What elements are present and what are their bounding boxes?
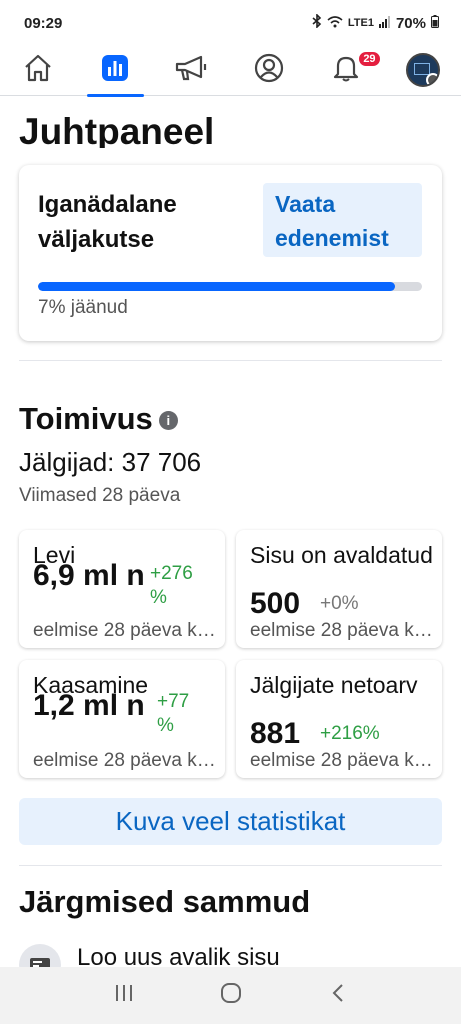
recent-apps-icon (114, 984, 134, 1007)
status-bar: 09:29 LTE1 70% (0, 0, 461, 44)
stat-label: Jälgijate netoarv (250, 672, 418, 698)
tab-dashboard[interactable] (77, 44, 154, 97)
view-progress-button[interactable]: Vaata edenemist (263, 183, 422, 257)
divider (19, 360, 442, 361)
weekly-challenge-card: Iganädalane väljakutse Vaata edenemist 7… (19, 165, 442, 341)
status-time: 09:29 (24, 15, 63, 32)
bluetooth-icon (312, 13, 322, 32)
bell-icon (332, 53, 360, 88)
avatar (405, 53, 440, 87)
performance-title: Toimivus i (19, 401, 178, 437)
stat-compare: eelmise 28 päeva kohta (33, 620, 219, 642)
tab-notifications[interactable]: 29 (307, 44, 384, 96)
stat-change: +77 % (157, 691, 190, 736)
performance-title-text: Toimivus (19, 401, 153, 436)
tab-menu[interactable] (384, 44, 461, 96)
stat-change: +216% (320, 723, 380, 744)
top-navigation: 29 (0, 44, 461, 97)
challenge-progress-bar (38, 282, 422, 291)
stat-value: 500 (250, 587, 301, 620)
status-icons: LTE1 70% (312, 13, 439, 32)
home-circle-icon (220, 982, 242, 1009)
next-steps-title: Järgmised sammud (19, 884, 311, 919)
megaphone-icon (174, 54, 210, 87)
network-type: LTE1 (347, 17, 374, 29)
page-title: Juhtpaneel (19, 111, 215, 148)
challenge-remaining: 7% jäänud (38, 297, 128, 318)
home-button[interactable] (211, 976, 251, 1016)
wifi-icon (327, 15, 343, 32)
stat-value: 1,2 ml n (33, 689, 145, 722)
divider (19, 865, 442, 866)
back-icon (331, 983, 345, 1008)
challenge-title: Iganädalane väljakutse (38, 191, 177, 253)
home-icon (23, 54, 53, 87)
challenge-progress-fill (38, 282, 396, 291)
stat-change: +0% (320, 593, 359, 614)
battery-level: 70% (395, 14, 426, 32)
signal-icon (378, 15, 391, 32)
menu-icon (425, 73, 438, 85)
stat-card-net-followers[interactable]: Jälgijate netoarv 881 +216% eelmise 28 p… (236, 660, 442, 778)
stat-card-engagement[interactable]: Kaasamine 1,2 ml n +77 % eelmise 28 päev… (19, 660, 225, 778)
battery-icon (431, 14, 439, 32)
bar-chart-icon (101, 54, 129, 87)
back-button[interactable] (318, 976, 358, 1016)
stat-change: +276 % (150, 563, 193, 608)
stat-compare: eelmise 28 päeva kohta (250, 620, 436, 642)
stat-value: 6,9 ml n (33, 559, 145, 592)
tab-promote[interactable] (154, 44, 231, 96)
info-icon[interactable]: i (158, 410, 178, 430)
stat-compare: eelmise 28 päeva kohta (250, 750, 436, 772)
stat-value: 881 (250, 717, 301, 750)
stat-card-content-published[interactable]: Sisu on avaldatud 500 +0% eelmise 28 päe… (236, 530, 442, 648)
stat-label: Sisu on avaldatud (250, 542, 433, 568)
tab-home[interactable] (0, 44, 77, 96)
stat-compare: eelmise 28 päeva kohta (33, 750, 219, 772)
profile-icon (254, 53, 284, 88)
more-stats-button[interactable]: Kuva veel statistikat (19, 798, 442, 845)
recent-apps-button[interactable] (104, 976, 144, 1016)
notifications-badge: 29 (357, 50, 382, 68)
stat-card-reach[interactable]: Levi 6,9 ml n +276 % eelmise 28 päeva ko… (19, 530, 225, 648)
tab-profile[interactable] (230, 44, 307, 96)
period-label: Viimased 28 päeva (19, 485, 181, 506)
system-navigation (0, 967, 461, 1024)
followers-count: Jälgijad: 37 706 (19, 447, 202, 477)
